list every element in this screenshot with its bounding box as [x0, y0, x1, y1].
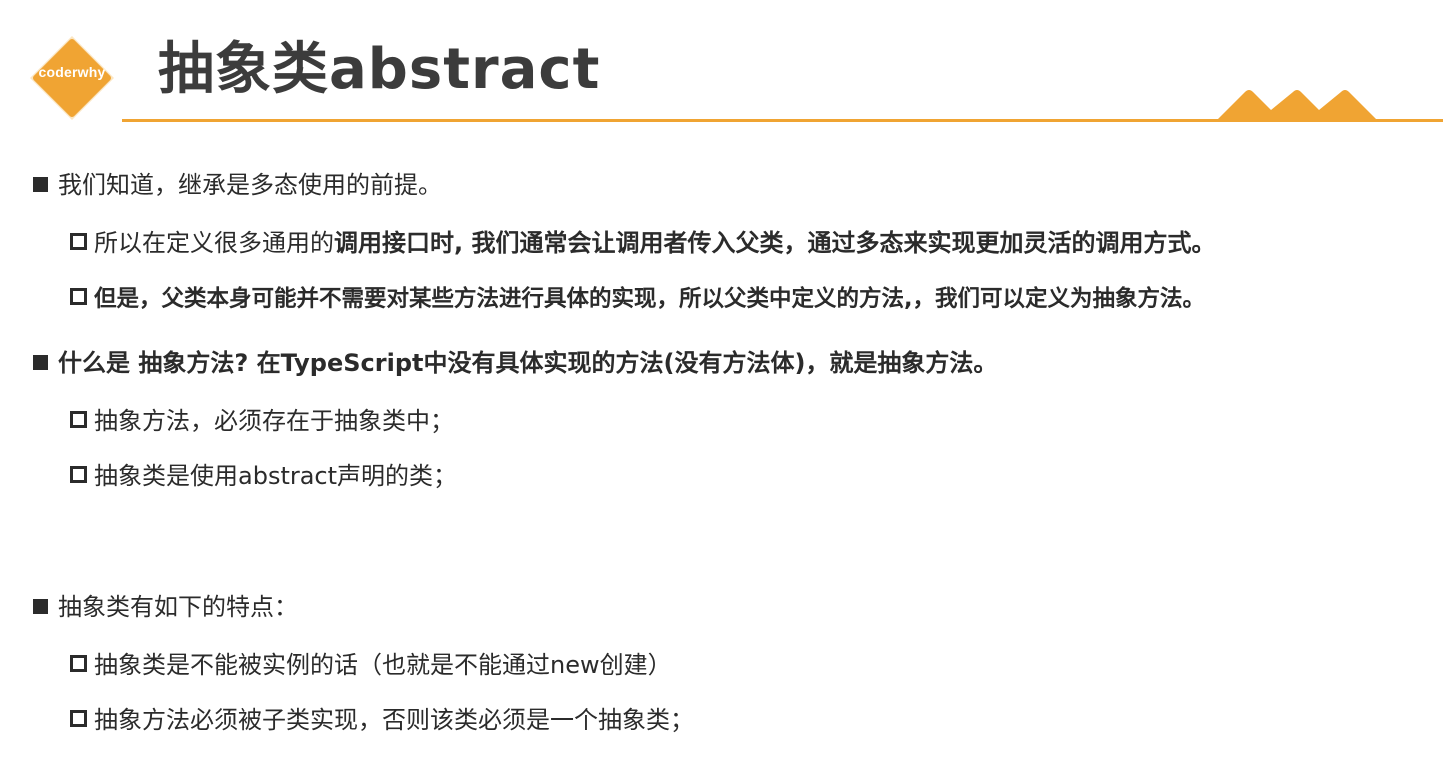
hollow-square-bullet-icon — [70, 655, 87, 672]
sub-bullet-text: 抽象方法，必须存在于抽象类中； — [94, 407, 454, 435]
sub-bullet-text-bold: 调用接口时, 我们通常会让调用者传入父类，通过多态来实现更加灵活的调用方式。 — [334, 229, 1216, 257]
sub-bullet-text: 抽象方法必须被子类实现，否则该类必须是一个抽象类； — [94, 706, 694, 734]
filled-square-bullet-icon — [33, 355, 48, 370]
bullet-features: 抽象类有如下的特点： — [33, 588, 298, 626]
slide: coderwhy 抽象类abstract 我们知道，继承是多态使用的前提。 所以… — [0, 0, 1443, 776]
hollow-square-bullet-icon — [70, 710, 87, 727]
hollow-square-bullet-icon — [70, 233, 87, 250]
sub-bullet-text: 抽象类是使用abstract声明的类； — [94, 462, 458, 490]
bullet-abstract-method: 什么是 抽象方法? 在TypeScript中没有具体实现的方法(没有方法体)，就… — [33, 344, 997, 382]
bullet-text: 什么是 抽象方法? 在TypeScript中没有具体实现的方法(没有方法体)，就… — [58, 349, 998, 377]
mountains-decoration — [1215, 90, 1379, 122]
sub-bullet-call-interface: 所以在定义很多通用的调用接口时, 我们通常会让调用者传入父类，通过多态来实现更加… — [70, 224, 1215, 262]
hollow-square-bullet-icon — [70, 411, 87, 428]
sub-bullet-parent-class: 但是，父类本身可能并不需要对某些方法进行具体的实现，所以父类中定义的方法,，我们… — [70, 280, 1205, 318]
sub-bullet-text-normal: 所以在定义很多通用的 — [94, 229, 334, 257]
filled-square-bullet-icon — [33, 599, 48, 614]
sub-bullet-text: 抽象类是不能被实例的话（也就是不能通过new创建） — [94, 651, 672, 679]
hollow-square-bullet-icon — [70, 466, 87, 483]
logo-text: coderwhy — [38, 64, 106, 80]
bullet-inheritance: 我们知道，继承是多态使用的前提。 — [33, 166, 442, 204]
bullet-text: 我们知道，继承是多态使用的前提。 — [58, 171, 442, 199]
bullet-text: 抽象类有如下的特点： — [58, 593, 298, 621]
sub-bullet-abstract-declared: 抽象类是使用abstract声明的类； — [70, 457, 457, 495]
sub-bullet-no-instance: 抽象类是不能被实例的话（也就是不能通过new创建） — [70, 646, 672, 684]
sub-bullet-text: 但是，父类本身可能并不需要对某些方法进行具体的实现，所以父类中定义的方法,，我们… — [94, 286, 1206, 312]
sub-bullet-must-implement: 抽象方法必须被子类实现，否则该类必须是一个抽象类； — [70, 701, 694, 739]
sub-bullet-method-in-class: 抽象方法，必须存在于抽象类中； — [70, 402, 454, 440]
page-title: 抽象类abstract — [158, 37, 601, 102]
filled-square-bullet-icon — [33, 177, 48, 192]
hollow-square-bullet-icon — [70, 288, 87, 305]
